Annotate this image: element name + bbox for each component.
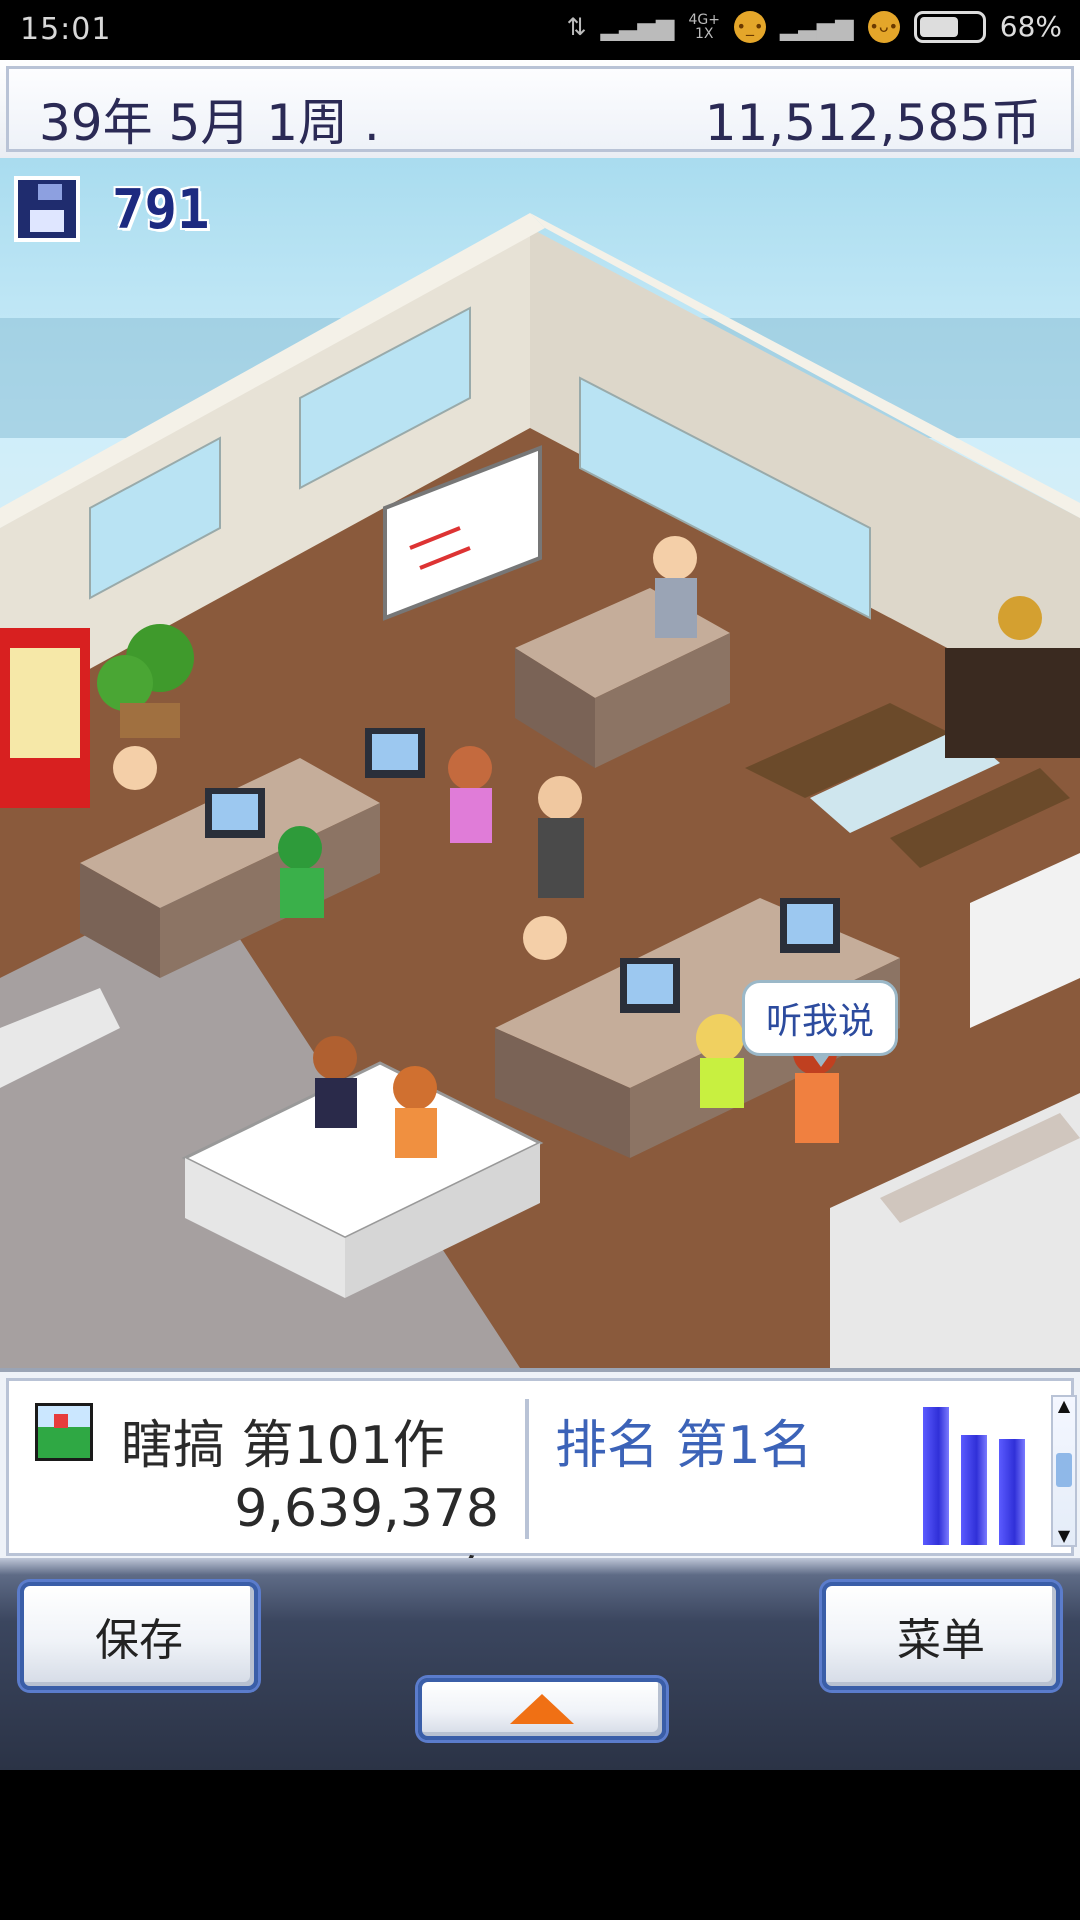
rank-bar-2 [961, 1435, 987, 1545]
network-type: 4G+ 1X [688, 11, 720, 42]
menu-button[interactable]: 菜单 [822, 1582, 1060, 1690]
arrow-up-icon [510, 1694, 574, 1724]
speech-bubble: 听我说 [742, 980, 898, 1067]
game-title: 瞎搞 第101作 [121, 1416, 445, 1476]
status-icons: ⇅ ▂▃▅▆ 4G+ 1X •_• ▂▃▅▆ •ᴗ• 68% [567, 10, 1063, 43]
scroll-down-icon[interactable]: ▼ [1053, 1527, 1075, 1545]
clock: 15:01 [20, 12, 112, 47]
game-date: 39年 5月 1周 . [39, 94, 380, 152]
scroll-up-icon[interactable]: ▲ [1053, 1397, 1075, 1415]
signal-icon: ▂▃▅▆ [600, 12, 675, 41]
save-button[interactable]: 保存 [20, 1582, 258, 1690]
face-icon: •_• [733, 10, 766, 43]
status-bar: 15:01 ⇅ ▂▃▅▆ 4G+ 1X •_• ▂▃▅▆ •ᴗ• 68% [0, 0, 1080, 60]
rank-bar-3 [999, 1439, 1025, 1545]
game-cover-icon [35, 1403, 93, 1461]
save-counter: 791 [112, 178, 210, 241]
money-display: 11,512,585币 [704, 94, 1041, 152]
data-transfer-icon: ⇅ [566, 12, 587, 41]
rank-bars [915, 1395, 1035, 1545]
signal-icon-2: ▂▃▅▆ [779, 12, 854, 41]
battery-icon [913, 10, 986, 43]
bottom-bar: 保存 菜单 [0, 1558, 1080, 1770]
floppy-disk-icon[interactable] [14, 176, 80, 242]
office-scene[interactable]: 791 听我说 [0, 158, 1080, 1368]
info-bar: 瞎搞 第101作 9,639,378套 排名 第1名 ▲ ▼ [0, 1368, 1080, 1612]
face-icon-2: •ᴗ• [867, 10, 900, 43]
divider [525, 1399, 529, 1539]
info-scrollbar[interactable]: ▲ ▼ [1051, 1395, 1077, 1547]
rank-bar-1 [923, 1407, 949, 1545]
battery-percent: 68% [999, 10, 1062, 43]
rank-label: 排名 第1名 [555, 1416, 813, 1476]
scroll-thumb[interactable] [1056, 1453, 1072, 1487]
expand-button[interactable] [418, 1678, 666, 1740]
office-illustration [0, 213, 1080, 1368]
top-bar: 39年 5月 1周 . 11,512,585币 [0, 60, 1080, 162]
